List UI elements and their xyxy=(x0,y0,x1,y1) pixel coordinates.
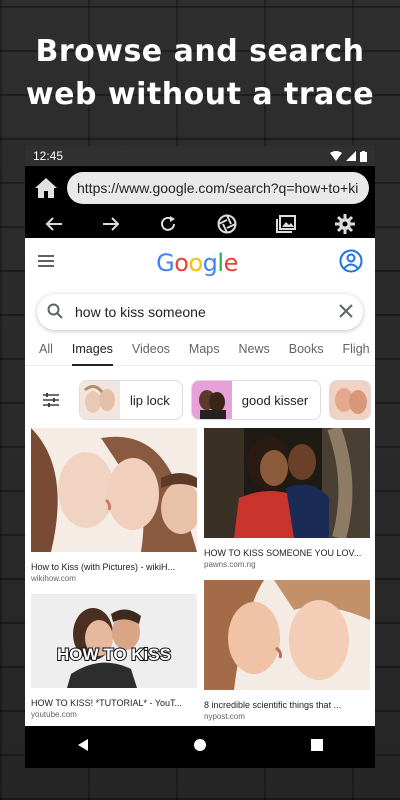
chip-good-kisser[interactable]: good kisser xyxy=(190,380,322,420)
result-image xyxy=(204,425,370,540)
result-title: 8 incredible scientific things that ... xyxy=(204,700,342,710)
nav-home-icon[interactable] xyxy=(193,738,207,757)
wifi-icon xyxy=(330,151,342,161)
nav-back-icon[interactable] xyxy=(76,738,90,757)
result-image xyxy=(204,580,370,690)
back-arrow-icon[interactable] xyxy=(45,216,63,232)
result-source: pawns.com.ng xyxy=(204,560,256,569)
tab-books[interactable]: Books xyxy=(289,342,324,365)
tab-images[interactable]: Images xyxy=(71,342,113,366)
chip-thumbnail xyxy=(191,381,232,419)
logo-letter: o xyxy=(174,249,189,277)
tab-news[interactable]: News xyxy=(238,342,269,365)
chip-label: lip lock xyxy=(130,392,170,408)
image-result[interactable]: HOW TO KiSS HOW TO KISS! *TUTORIAL* - Yo… xyxy=(31,594,197,719)
logo-letter: g xyxy=(202,249,218,277)
chip-thumbnail xyxy=(330,381,371,419)
result-image: HOW TO KiSS xyxy=(31,594,197,688)
chip-label: good kisser xyxy=(241,392,309,408)
result-overlay-text: HOW TO KiSS xyxy=(57,645,171,664)
search-icon xyxy=(47,303,63,322)
clear-icon[interactable] xyxy=(339,303,353,321)
logo-letter: e xyxy=(223,249,239,277)
tab-maps[interactable]: Maps xyxy=(189,342,220,365)
chip-lip-lock[interactable]: lip lock xyxy=(79,380,183,420)
gallery-icon[interactable] xyxy=(275,215,296,233)
google-logo[interactable]: Google xyxy=(156,249,238,277)
status-bar: 12:45 xyxy=(25,146,375,166)
related-chips: lip lock good kisser xyxy=(25,366,375,422)
result-source: youtube.com xyxy=(31,710,77,719)
refresh-icon[interactable] xyxy=(159,215,177,233)
chip-more[interactable] xyxy=(329,380,372,420)
image-result[interactable]: HOW TO KISS SOMEONE YOU LOV... pawns.com… xyxy=(204,425,370,569)
result-title: HOW TO KISS! *TUTORIAL* - YouT... xyxy=(31,698,183,708)
system-nav-bar xyxy=(25,726,375,768)
signal-icon xyxy=(346,151,356,161)
chip-thumbnail xyxy=(80,381,120,419)
nav-recents-icon[interactable] xyxy=(310,738,324,757)
result-image xyxy=(31,428,201,552)
aperture-icon[interactable] xyxy=(217,214,237,234)
promo-line-1: Browse and search xyxy=(35,34,365,69)
result-source: wikihow.com xyxy=(31,574,76,583)
tune-icon[interactable] xyxy=(31,392,71,408)
browser-toolbar: https://www.google.com/search?q=how+to+k… xyxy=(25,166,375,238)
result-title: How to Kiss (with Pictures) - wikiH... xyxy=(31,562,176,572)
phone-screen: 12:45 https://www.google.com/search?q=ho… xyxy=(25,146,375,768)
account-icon[interactable] xyxy=(339,249,363,278)
search-input[interactable]: how to kiss someone xyxy=(75,304,339,320)
home-icon[interactable] xyxy=(31,177,61,199)
tab-all[interactable]: All xyxy=(39,342,53,365)
logo-letter: G xyxy=(156,249,175,277)
promo-line-2: web without a trace xyxy=(25,77,375,112)
gear-icon[interactable] xyxy=(335,214,356,234)
image-result[interactable]: 8 incredible scientific things that ... … xyxy=(204,580,370,721)
url-bar[interactable]: https://www.google.com/search?q=how+to+k… xyxy=(67,172,369,204)
result-title: HOW TO KISS SOMEONE YOU LOV... xyxy=(204,548,362,558)
forward-arrow-icon[interactable] xyxy=(102,216,120,232)
logo-letter: o xyxy=(188,249,203,277)
image-result[interactable]: How to Kiss (with Pictures) - wikiH... w… xyxy=(31,428,201,583)
tab-videos[interactable]: Videos xyxy=(132,342,170,365)
search-box[interactable]: how to kiss someone xyxy=(37,294,363,330)
status-time: 12:45 xyxy=(33,149,64,163)
promo-headline: Browse and search web without a trace xyxy=(0,30,400,116)
battery-icon xyxy=(360,150,367,162)
google-results-page: Google how to kiss someone All Images Vi… xyxy=(25,238,375,726)
search-tabs: All Images Videos Maps News Books Fligh xyxy=(25,342,375,366)
hamburger-icon[interactable] xyxy=(37,254,55,273)
tab-flights[interactable]: Fligh xyxy=(343,342,370,365)
result-source: nypost.com xyxy=(204,712,245,721)
